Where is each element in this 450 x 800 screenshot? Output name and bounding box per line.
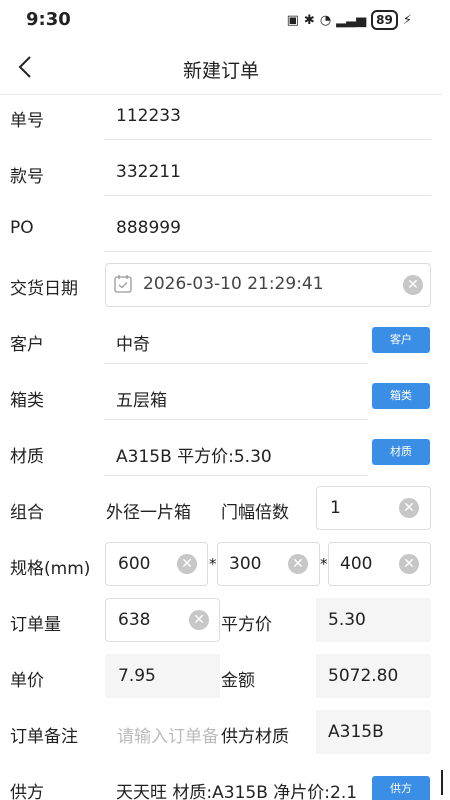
select-material-button[interactable]: 材质 [372, 439, 430, 465]
supplier-material-value: A315B [328, 722, 384, 742]
combination-select[interactable]: 外径一片箱 [106, 498, 191, 523]
divider [104, 195, 431, 196]
style-no-label: 款号 [10, 167, 44, 187]
status-icons: ▣ ✱ ◔ ▂▃▅ 89 ⚡ [287, 10, 412, 30]
spec-separator: * [209, 555, 217, 573]
clear-height-icon[interactable]: ✕ [399, 554, 419, 574]
quantity-label: 订单量 [10, 615, 61, 635]
clear-door-icon[interactable]: ✕ [399, 498, 419, 518]
spec-length-value: 600 [118, 554, 151, 574]
status-time: 9:30 [26, 9, 71, 30]
supplier-label: 供方 [10, 783, 44, 800]
battery-level: 89 [376, 13, 393, 27]
divider [104, 363, 368, 364]
remark-placeholder: 请输入订单备注 [117, 727, 220, 747]
page-title: 新建订单 [182, 60, 259, 82]
divider [104, 139, 431, 140]
material-field[interactable]: A315B 平方价:5.30 [116, 442, 272, 467]
po-label: PO [10, 218, 34, 238]
delivery-date-label: 交货日期 [10, 279, 78, 299]
square-price-value: 5.30 [328, 610, 366, 630]
divider [104, 419, 368, 420]
charging-icon: ⚡ [402, 12, 412, 28]
order-no-label: 单号 [10, 111, 44, 131]
clear-length-icon[interactable]: ✕ [177, 554, 197, 574]
clear-date-icon[interactable]: ✕ [403, 275, 423, 295]
clear-width-icon[interactable]: ✕ [288, 554, 308, 574]
select-customer-button[interactable]: 客户 [372, 327, 430, 353]
spec-height-value: 400 [340, 554, 373, 574]
amount-label: 金额 [221, 671, 255, 691]
customer-label: 客户 [10, 335, 44, 355]
order-no-field[interactable]: 112233 [116, 106, 181, 126]
spec-width-value: 300 [229, 554, 262, 574]
divider [104, 251, 431, 252]
remark-input[interactable]: 请输入订单备注 [105, 710, 220, 754]
wifi-icon: ◔ [319, 12, 332, 28]
unit-price-value: 7.95 [118, 666, 156, 686]
supplier-field[interactable]: 天天旺 材质:A315B 净片价:2.1 [116, 778, 357, 800]
spec-label: 规格(mm) [10, 559, 91, 579]
delivery-date-value: 2026-03-10 21:29:41 [143, 274, 324, 294]
nfc-icon: ▣ [286, 12, 299, 28]
supplier-row: 供方 天天旺 材质:A315B 净片价:2.1 供方 [0, 770, 441, 800]
box-type-field[interactable]: 五层箱 [116, 386, 167, 411]
door-multiple-label: 门幅倍数 [221, 503, 289, 523]
calendar-icon [113, 274, 133, 298]
battery-icon: 89 [371, 10, 398, 30]
door-multiple-value: 1 [330, 498, 341, 518]
bluetooth-icon: ✱ [303, 12, 315, 28]
square-price-label: 平方价 [221, 615, 272, 635]
po-field[interactable]: 888999 [116, 218, 181, 238]
style-no-field[interactable]: 332211 [116, 162, 181, 182]
customer-field[interactable]: 中奇 [116, 330, 150, 355]
select-supplier-button[interactable]: 供方 [372, 776, 430, 800]
amount-value: 5072.80 [328, 666, 399, 686]
box-type-label: 箱类 [10, 391, 44, 411]
material-label: 材质 [10, 447, 44, 467]
signal-icon: ▂▃▅ [336, 12, 367, 28]
supplier-material-label: 供方材质 [221, 727, 289, 747]
scroll-indicator [441, 770, 443, 795]
remark-label: 订单备注 [10, 727, 78, 747]
clear-quantity-icon[interactable]: ✕ [189, 610, 209, 630]
divider [104, 475, 368, 476]
quantity-value: 638 [118, 610, 151, 630]
select-box-type-button[interactable]: 箱类 [372, 383, 430, 409]
combination-label: 组合 [10, 503, 44, 523]
unit-price-label: 单价 [10, 671, 44, 691]
spec-separator: * [320, 555, 328, 573]
